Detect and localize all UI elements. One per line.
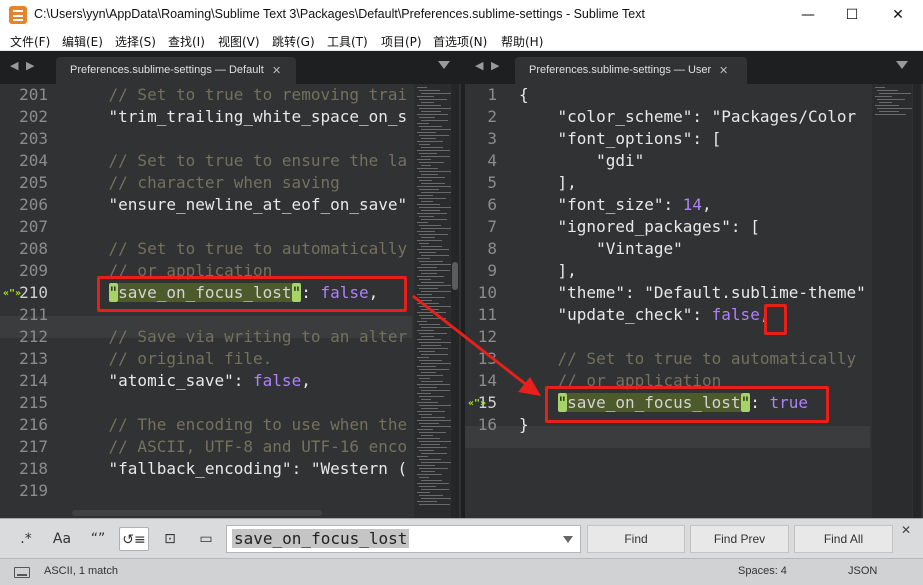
find-prev-button[interactable]: Find Prev [690,525,789,553]
whole-word-toggle[interactable]: “” [83,527,113,551]
status-encoding-matches: ASCII, 1 match [44,565,118,577]
find-all-button[interactable]: Find All [794,525,893,553]
highlight-matches-toggle[interactable]: ▭ [191,527,221,551]
panel-toggle-icon[interactable] [14,567,30,578]
find-panel: .* Aa “” ↺≡ ⊡ ▭ save_on_focus_lost Find … [0,518,923,558]
status-syntax[interactable]: JSON [848,565,877,577]
status-indentation[interactable]: Spaces: 4 [738,565,787,577]
annotation-arrow [412,294,541,396]
find-panel-close-icon[interactable]: ✕ [901,523,911,537]
in-selection-toggle[interactable]: ⊡ [155,527,185,551]
find-input[interactable]: save_on_focus_lost [226,525,581,553]
find-button[interactable]: Find [587,525,685,553]
status-bar: ASCII, 1 match Spaces: 4 JSON [0,558,923,585]
find-query: save_on_focus_lost [232,529,410,548]
wrap-toggle[interactable]: ↺≡ [119,527,149,551]
case-sensitive-toggle[interactable]: Aa [47,527,77,551]
regex-toggle[interactable]: .* [11,527,41,551]
find-history-dropdown-icon[interactable] [563,536,573,543]
